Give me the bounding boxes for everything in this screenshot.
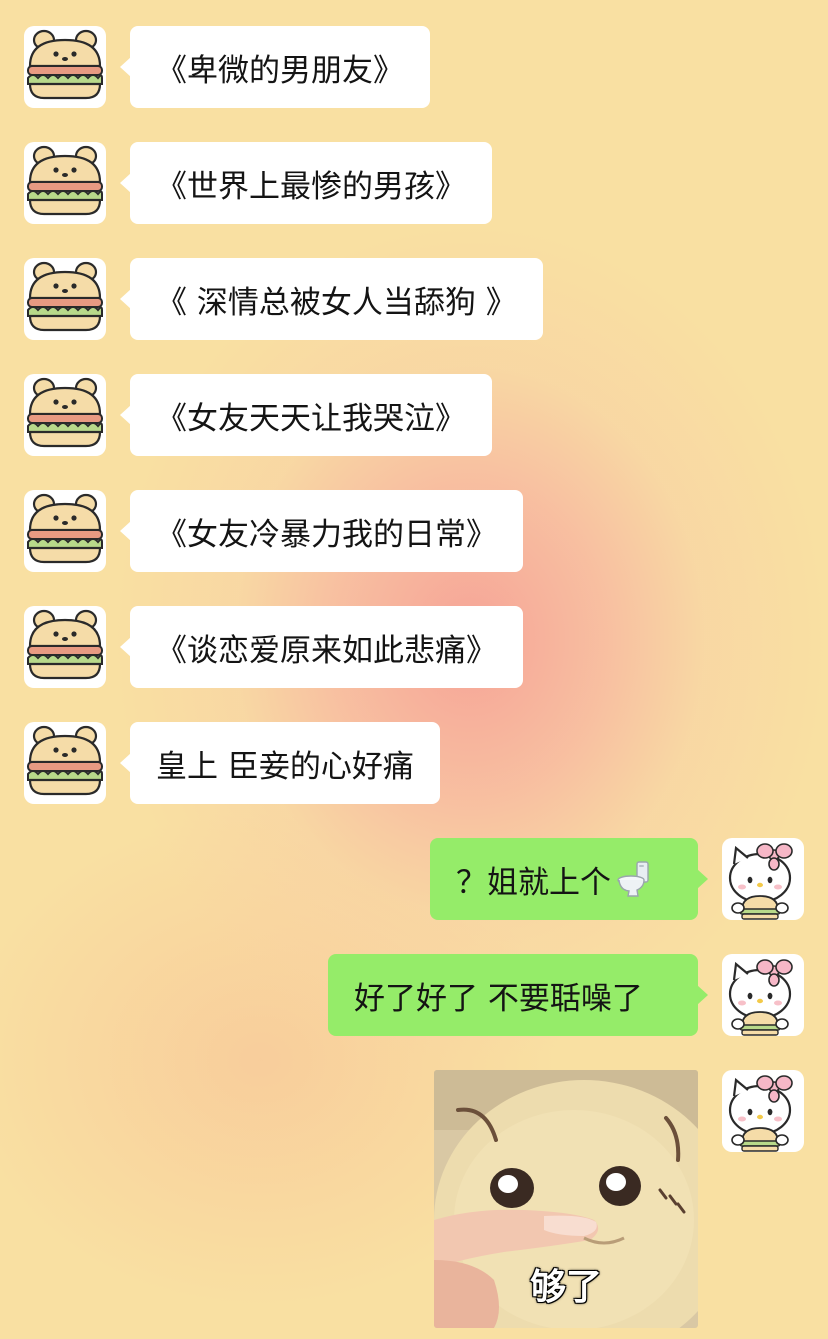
burger-bear-avatar[interactable] [24, 374, 106, 456]
burger-bear-avatar[interactable] [24, 258, 106, 340]
message-row: ？姐就上个 [0, 838, 828, 920]
message-bubble[interactable]: 《世界上最惨的男孩》 [120, 142, 492, 224]
message-row: 《世界上最惨的男孩》 [0, 142, 828, 224]
message-bubble[interactable]: 《 深情总被女人当舔狗 》 [120, 258, 543, 340]
message-bubble[interactable]: 《卑微的男朋友》 [120, 26, 430, 108]
message-row: 好了好了 不要聒噪了 [0, 954, 828, 1036]
message-bubble[interactable]: 《谈恋爱原来如此悲痛》 [120, 606, 523, 688]
message-text: 《谈恋爱原来如此悲痛》 [156, 632, 497, 669]
burger-bear-avatar[interactable] [24, 490, 106, 572]
message-text: 皇上 臣妾的心好痛 [156, 748, 414, 785]
message-bubble[interactable]: ？姐就上个 [430, 838, 708, 920]
toilet-icon [617, 860, 651, 898]
sticker-image[interactable]: 够了 [434, 1070, 698, 1328]
message-row: 《 深情总被女人当舔狗 》 [0, 258, 828, 340]
message-text: 《女友天天让我哭泣》 [156, 400, 466, 437]
message-bubble[interactable]: 《女友天天让我哭泣》 [120, 374, 492, 456]
burger-bear-avatar[interactable] [24, 26, 106, 108]
message-text: 好了好了 不要聒噪了 [354, 980, 643, 1017]
burger-bear-avatar[interactable] [24, 606, 106, 688]
message-row: 《卑微的男朋友》 [0, 26, 828, 108]
burger-bear-avatar[interactable] [24, 722, 106, 804]
message-bubble[interactable]: 好了好了 不要聒噪了 [328, 954, 708, 1036]
message-bubble[interactable]: 皇上 臣妾的心好痛 [120, 722, 440, 804]
message-text: 《卑微的男朋友》 [156, 52, 404, 89]
hello-kitty-avatar[interactable] [722, 954, 804, 1036]
message-row: 《女友冷暴力我的日常》 [0, 490, 828, 572]
burger-bear-avatar[interactable] [24, 142, 106, 224]
message-bubble[interactable]: 《女友冷暴力我的日常》 [120, 490, 523, 572]
message-row: 《女友天天让我哭泣》 [0, 374, 828, 456]
message-text: ？姐就上个 [456, 864, 611, 901]
message-row [0, 1070, 828, 1152]
message-text: 《世界上最惨的男孩》 [156, 168, 466, 205]
message-row: 《谈恋爱原来如此悲痛》 [0, 606, 828, 688]
message-row: 皇上 臣妾的心好痛 [0, 722, 828, 804]
sticker-caption: 够了 [529, 1267, 602, 1308]
message-text: 《女友冷暴力我的日常》 [156, 516, 497, 553]
hello-kitty-avatar[interactable] [722, 838, 804, 920]
hello-kitty-avatar[interactable] [722, 1070, 804, 1152]
message-text: 《 深情总被女人当舔狗 》 [156, 284, 517, 321]
